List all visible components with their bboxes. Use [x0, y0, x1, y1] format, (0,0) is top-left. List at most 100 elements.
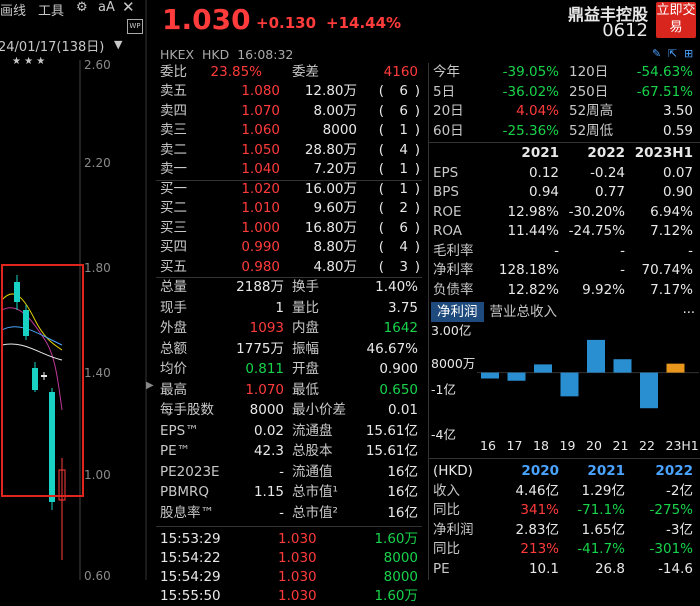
stat-row: PE™ 42.3 总股本 15.61亿 — [160, 442, 422, 461]
fin-row: 毛利率 - - - — [433, 242, 697, 261]
bid-label: 买五 — [160, 258, 187, 275]
fin-label: 净利率 — [433, 262, 474, 278]
fin-value: -0.24 — [590, 164, 625, 181]
fin-label: ROE — [433, 203, 462, 220]
stat-label: 外盘 — [160, 320, 187, 336]
profit-bar[interactable] — [640, 372, 658, 409]
stat-row: 总额 1775万 振幅 46.67% — [160, 340, 422, 359]
perf-value: 4.04% — [516, 103, 559, 119]
stat-label: 每手股数 — [160, 402, 214, 418]
fin-value: 128.18% — [498, 262, 559, 278]
ma-line — [1, 326, 63, 346]
ask-row[interactable]: 卖四 1.070 8.00万 (6) — [160, 102, 422, 121]
stat-label: 总股本 — [292, 443, 333, 459]
bid-price: 1.020 — [241, 180, 280, 197]
stat-value: - — [279, 504, 284, 521]
annual-value: -275% — [649, 502, 693, 518]
fin-value: 11.44% — [507, 223, 559, 239]
ask-row[interactable]: 卖五 1.080 12.80万 (6) — [160, 82, 422, 101]
candle — [14, 282, 20, 302]
annual-value: 10.1 — [528, 560, 559, 577]
y-tick: 8000万 — [431, 355, 476, 371]
kline-chart-panel[interactable]: 画线 工具 ⚙ aA ✕ WP 24/01/17(138日) ▼ ★ ★ ★ 2… — [0, 0, 154, 583]
bid-row[interactable]: 买三 1.000 16.80万 (6) — [160, 219, 422, 238]
stat-label: PE™ — [160, 443, 191, 459]
share-icon[interactable]: ⇱ — [668, 47, 677, 60]
bid-row[interactable]: 买一 1.020 16.00万 (1) — [160, 180, 422, 199]
stat-value: 1 — [275, 299, 284, 316]
stat-label: 总市值² — [292, 504, 338, 521]
profit-bar[interactable] — [560, 372, 579, 397]
ask-price: 1.040 — [241, 161, 280, 177]
perf-value: 0.59 — [662, 122, 693, 139]
tick-price: 1.030 — [278, 550, 317, 566]
bid-row[interactable]: 买二 1.010 9.60万 (2) — [160, 199, 422, 218]
fundamentals-panel: 今年 -39.05% 120日 -54.63% 5日 -36.02% 250日 -67.51%… — [428, 63, 700, 580]
stock-code: 0612 — [602, 20, 648, 41]
perf-value: -36.02% — [502, 83, 559, 100]
fin-value: - — [554, 242, 559, 259]
weibi-label: 委比 — [160, 64, 187, 80]
x-tick: 20 — [586, 438, 602, 453]
profit-bar[interactable] — [587, 339, 605, 373]
annual-value: 2.83亿 — [515, 521, 559, 538]
pin-icon[interactable]: ⊞ — [684, 47, 693, 60]
stat-label: PBMRQ — [160, 484, 210, 500]
perf-label: 120日 — [569, 64, 609, 80]
weibi-value: 23.85% — [210, 64, 262, 80]
profit-bar[interactable] — [666, 363, 685, 373]
tab-total-revenue[interactable]: 营业总收入 — [484, 302, 564, 322]
fin-label: BPS — [433, 184, 459, 200]
ask-count: 6 — [399, 83, 408, 99]
perf-row: 5日 -36.02% 250日 -67.51% — [433, 83, 697, 102]
profit-bar[interactable] — [534, 364, 552, 373]
perf-label: 52周低 — [569, 122, 614, 139]
ask-row[interactable]: 卖一 1.040 7.20万 (1) — [160, 160, 422, 179]
fin-value: - — [620, 262, 625, 278]
fin-value: 9.92% — [582, 281, 625, 298]
x-tick: 21 — [612, 438, 629, 453]
bid-label: 买三 — [160, 219, 187, 236]
ask-row[interactable]: 卖二 1.050 28.80万 (4) — [160, 141, 422, 160]
stat-label: 最低 — [292, 381, 319, 398]
perf-value: -67.51% — [636, 83, 693, 100]
annual-label: 同比 — [433, 541, 460, 557]
bid-row[interactable]: 买四 0.990 8.80万 (4) — [160, 238, 422, 257]
fin-label: EPS — [433, 164, 459, 181]
ask-row[interactable]: 卖三 1.060 8000 (1) — [160, 121, 422, 140]
fin-value: 70.74% — [641, 262, 693, 278]
annual-value: 213% — [520, 541, 559, 557]
divider — [429, 458, 700, 459]
stat-value: 0.02 — [253, 422, 284, 439]
ask-price: 1.050 — [241, 141, 280, 158]
bid-label: 买二 — [160, 200, 187, 216]
paren: ( — [378, 102, 384, 119]
stat-label: 现手 — [160, 299, 187, 316]
y-tick: 3.00亿 — [431, 323, 472, 338]
profit-bar[interactable] — [613, 359, 632, 373]
edit-icon[interactable]: ✎ — [652, 47, 661, 60]
x-tick: 16 — [480, 438, 496, 453]
tick-row: 15:54:29 1.030 8000 — [160, 568, 422, 587]
perf-row: 60日 -25.36% 52周低 0.59 — [433, 122, 697, 141]
stat-value: 0.811 — [245, 361, 284, 377]
x-tick: 22 — [639, 438, 655, 453]
bid-row[interactable]: 买五 0.980 4.80万 (3) — [160, 258, 422, 277]
ask-volume: 8.00万 — [313, 102, 357, 119]
tab-net-profit[interactable]: 净利润 — [431, 302, 484, 322]
stat-row: 均价 0.811 开盘 0.900 — [160, 360, 422, 379]
collapse-arrow-icon[interactable]: ▶ — [146, 380, 154, 391]
trade-now-button[interactable]: 立即交易 — [656, 2, 696, 38]
stat-value: 3.75 — [387, 299, 418, 316]
more-button[interactable]: ... — [683, 302, 695, 317]
ask-count: 1 — [399, 161, 408, 177]
annual-year: 2020 — [521, 463, 559, 479]
price-change-pct: +14.44% — [326, 14, 402, 32]
profit-bar[interactable] — [481, 372, 499, 379]
profit-bar[interactable] — [507, 372, 526, 381]
annual-value: 1.29亿 — [581, 482, 625, 499]
annual-row: PE 10.1 26.8 -14.6 — [433, 560, 697, 579]
stat-value: 0.01 — [387, 402, 418, 418]
paren: ( — [378, 258, 384, 275]
stat-value: 1642 — [383, 320, 418, 336]
